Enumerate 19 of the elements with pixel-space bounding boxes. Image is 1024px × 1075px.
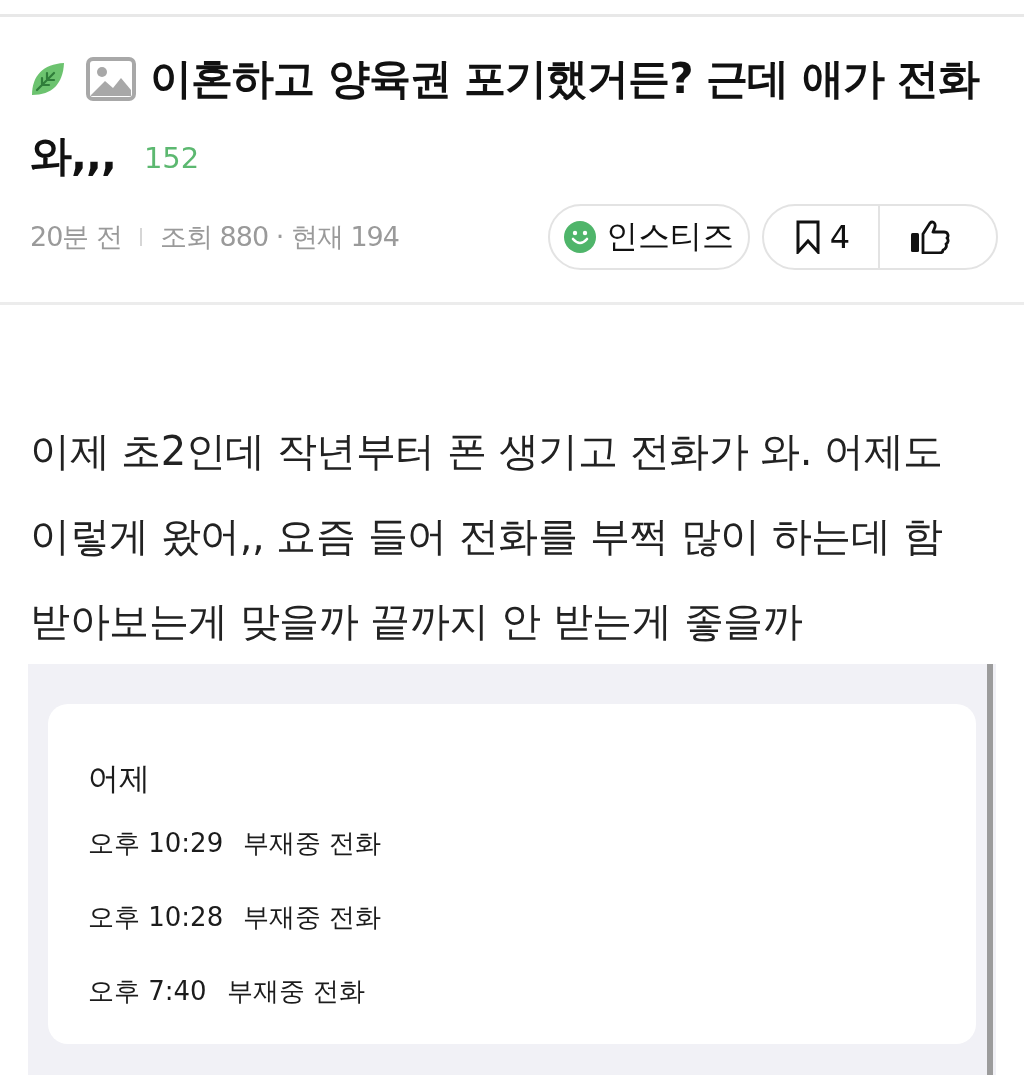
call-time: 오후 10:28 bbox=[88, 901, 224, 934]
post-time: 20분 전 bbox=[30, 220, 122, 254]
call-status: 부재중 전화 bbox=[243, 827, 382, 860]
smiley-icon bbox=[563, 221, 596, 253]
post-body: 이제 초2인데 작년부터 폰 생기고 전화가 와. 어제도 이렇게 왔어,, 요즘 들어 전화를 부쩍 많이 하는데 함 받아보는게 맞을까 끝까지 안 받는게 좋을까 bbox=[30, 427, 944, 646]
view-stats: 조회 880 · 현재 194 bbox=[159, 220, 399, 254]
source-button[interactable]: 인스티즈 bbox=[547, 204, 750, 270]
call-status: 부재중 전화 bbox=[226, 975, 365, 1008]
leaf-icon bbox=[30, 60, 66, 97]
thumbs-up-icon bbox=[910, 220, 950, 254]
call-status: 부재중 전화 bbox=[243, 901, 382, 934]
call-time: 오후 10:29 bbox=[88, 827, 224, 860]
call-time: 오후 7:40 bbox=[88, 975, 207, 1008]
post-title: 이혼하고 양육권 포기했거든? 근데 애가 전화 bbox=[150, 52, 980, 105]
image-icon bbox=[86, 56, 136, 101]
post-title: 와,,, bbox=[30, 129, 116, 182]
bookmark-button[interactable]: 4 bbox=[763, 206, 878, 268]
section-heading: 어제 bbox=[88, 760, 150, 796]
bookmark-icon bbox=[795, 220, 820, 254]
